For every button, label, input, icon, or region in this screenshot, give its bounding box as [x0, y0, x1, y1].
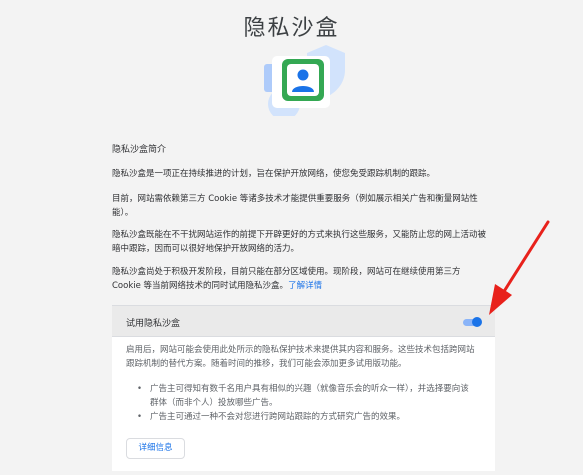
bullet-text: 广告主可通过一种不会对您进行跨网站跟踪的方式研究广告的效果。 [150, 412, 406, 422]
trial-bullet-list: • 广告主可得知有数千名用户具有相似的兴趣（就像音乐会的听众一样），并选择要向该… [137, 383, 477, 426]
list-item: • 广告主可得知有数千名用户具有相似的兴趣（就像音乐会的听众一样），并选择要向该… [137, 383, 477, 410]
privacy-sandbox-icon [264, 45, 345, 116]
trial-description: 启用后，网站可能会使用此处所示的隐私保护技术来提供其内容和服务。这些技术包括跨网… [126, 345, 475, 369]
intro-heading: 隐私沙盒简介 [112, 145, 167, 155]
bullet-dot: • [137, 384, 143, 394]
trial-card: 试用隐私沙盒 启用后，网站可能会使用此处所示的隐私保护技术来提供其内容和服务。这… [112, 305, 495, 471]
intro-paragraph: 隐私沙盒既能在不干扰网站运作的前提下开辟更好的方式来执行这些服务，又能防止您的网… [112, 230, 487, 254]
trial-toggle[interactable] [462, 317, 482, 327]
intro-paragraph: 隐私沙盒尚处于积极开发阶段，目前只能在部分区域使用。现阶段，网站可在继续使用第三… [112, 266, 488, 293]
bullet-dot: • [137, 412, 143, 422]
page-title: 隐私沙盒 [243, 16, 340, 41]
list-item: • 广告主可通过一种不会对您进行跨网站跟踪的方式研究广告的效果。 [137, 411, 477, 425]
trial-card-header: 试用隐私沙盒 [112, 306, 495, 337]
intro-paragraph: 目前，网站需依赖第三方 Cookie 等诸多技术才能提供重要服务（例如展示相关广… [112, 194, 478, 218]
intro-paragraph: 隐私沙盒是一项正在持续推进的计划，旨在保护开放网络，使您免受跟踪机制的跟踪。 [112, 169, 436, 179]
bullet-text: 广告主可得知有数千名用户具有相似的兴趣（就像音乐会的听众一样），并选择要向该群体… [150, 384, 469, 408]
intro-paragraph-text: 隐私沙盒尚处于积极开发阶段，目前只能在部分区域使用。现阶段，网站可在继续使用第三… [112, 267, 461, 291]
details-button[interactable]: 详细信息 [126, 438, 185, 459]
learn-more-link[interactable]: 了解详情 [288, 281, 322, 291]
trial-title: 试用隐私沙盒 [126, 319, 181, 329]
toggle-knob [472, 317, 482, 327]
